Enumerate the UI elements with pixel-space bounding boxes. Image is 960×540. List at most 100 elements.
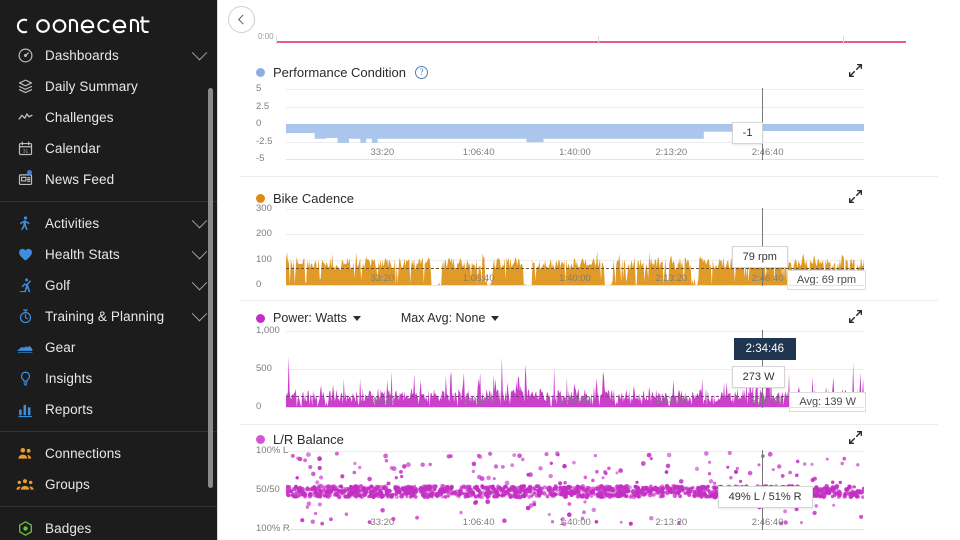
chevron-down-icon[interactable]: [191, 243, 208, 260]
sidebar-item-badges[interactable]: Badges: [0, 513, 217, 540]
three-people-icon: [14, 474, 36, 496]
x-axis-tick-label: 33:20: [370, 147, 395, 158]
section-divider: [240, 300, 938, 301]
plot-area-power-watts[interactable]: 1,000 500 0 Avg: 139 W 33:20 1:06:40 1:40:00 2:…: [256, 325, 866, 412]
chevron-down-icon[interactable]: [191, 274, 208, 291]
plot-area-performance-condition[interactable]: 5 2.5 0 -2.5 -5 33:20 1:06:40 1:40:00 2:13:20 2:4…: [256, 83, 864, 164]
x-axis-tick-label: 1:06:40: [462, 517, 495, 528]
value-tooltip: 49% L / 51% R: [717, 486, 813, 508]
sidebar-item-health-stats[interactable]: Health Stats: [0, 239, 217, 270]
runner-icon: [14, 213, 36, 235]
sidebar-scrollbar-thumb[interactable]: [208, 88, 213, 488]
shoe-icon: [14, 337, 36, 359]
clipped-tick: [598, 36, 599, 44]
sidebar-nav: Dashboards Daily Summary Challenges 31 Calen…: [0, 40, 217, 540]
sidebar-item-label: Daily Summary: [45, 79, 138, 94]
sidebar-item-label: Badges: [45, 521, 92, 536]
chart-section-power-watts: Power: Watts Max Avg: None 1,000 500 0 Avg: 1…: [218, 308, 960, 425]
x-axis-tick-label: 2:46:40: [751, 147, 784, 158]
value-tooltip: 79 rpm: [731, 246, 788, 268]
back-button[interactable]: [228, 6, 255, 33]
y-axis-tick-label: 2.5: [256, 101, 270, 112]
sidebar-item-calendar[interactable]: 31 Calendar: [0, 133, 217, 164]
x-axis-tick-label: 2:13:20: [655, 147, 688, 158]
x-axis-tick-label: 1:40:00: [559, 395, 591, 406]
sidebar-item-label: Groups: [45, 477, 90, 492]
x-axis-tick-label: 1:40:00: [559, 517, 591, 528]
chevron-down-icon: [352, 315, 361, 321]
chart-header-lr-balance: L/R Balance: [218, 429, 960, 449]
x-axis-tick-label: 2:46:40: [751, 395, 784, 406]
y-axis-tick-label: 0: [256, 118, 262, 129]
legend-dot-performance-condition: [256, 67, 265, 77]
plot-area-bike-cadence[interactable]: 300 200 100 0 Avg: 69 rpm 33:20 1:06:40 1:40:00…: [256, 203, 866, 290]
sidebar: Dashboards Daily Summary Challenges 31 Calen…: [0, 0, 217, 540]
x-axis-tick-label: 2:46:40: [751, 517, 784, 528]
expand-chart-button-performance-condition[interactable]: [848, 63, 864, 79]
svg-text:31: 31: [22, 148, 28, 154]
sidebar-item-label: Reports: [45, 402, 93, 417]
sidebar-item-golf[interactable]: Golf: [0, 270, 217, 301]
legend-dot-bike-cadence: [256, 193, 265, 203]
calendar-icon: 31: [14, 138, 36, 160]
sidebar-item-label: Challenges: [45, 110, 114, 125]
expand-chart-button-bike-cadence[interactable]: [848, 189, 864, 205]
average-badge: Avg: 139 W: [789, 392, 866, 412]
max-avg-dropdown[interactable]: Max Avg: None: [401, 311, 500, 325]
help-icon[interactable]: ?: [414, 65, 428, 79]
sidebar-item-label: Activities: [45, 216, 100, 231]
x-axis-tick-label: 1:06:40: [462, 147, 495, 158]
two-people-icon: [14, 443, 36, 465]
y-axis-tick-label: 100% L: [256, 445, 289, 456]
chart-header-performance-condition: Performance Condition?: [218, 62, 960, 82]
sidebar-item-insights[interactable]: Insights: [0, 363, 217, 394]
metric-dropdown-power-watts[interactable]: Power: Watts: [273, 311, 361, 325]
chevron-down-icon[interactable]: [191, 44, 208, 61]
y-axis-tick-label: 500: [256, 363, 272, 374]
sidebar-item-dashboards[interactable]: Dashboards: [0, 40, 217, 71]
wave-icon: [14, 107, 36, 129]
news-icon: [14, 169, 36, 191]
section-divider: [240, 176, 938, 177]
golfer-icon: [14, 275, 36, 297]
sidebar-scrollbar-track[interactable]: [208, 44, 215, 488]
sidebar-item-challenges[interactable]: Challenges: [0, 102, 217, 133]
chevron-down-icon[interactable]: [191, 305, 208, 322]
sidebar-item-training-planning[interactable]: Training & Planning: [0, 301, 217, 332]
chart-title: Bike Cadence: [273, 190, 354, 206]
gauge-icon: [14, 45, 36, 67]
sidebar-item-news-feed[interactable]: News Feed: [0, 164, 217, 195]
chart-header-power-watts: Power: Watts Max Avg: None: [218, 308, 960, 328]
clipped-series-line: [276, 41, 906, 43]
y-axis-tick-label: 5: [256, 83, 262, 94]
time-badge-tooltip: 2:34:46: [733, 338, 797, 360]
sidebar-divider: [0, 201, 217, 202]
average-line: [286, 268, 864, 269]
legend-dot-lr-balance: [256, 434, 265, 444]
plot-area-lr-balance[interactable]: 100% L 50/50 100% R 33:20 1:06:40 1:40:00 2:13…: [256, 445, 864, 534]
sidebar-item-activities[interactable]: Activities: [0, 208, 217, 239]
sidebar-item-label: Health Stats: [45, 247, 120, 262]
clipped-chart-above: 0:00: [240, 30, 940, 48]
clipped-axis-label: 0:00: [258, 32, 274, 41]
expand-chart-button-power-watts[interactable]: [848, 309, 864, 325]
y-axis-tick-label: 0: [256, 401, 262, 412]
brand-logo[interactable]: [0, 0, 217, 40]
sidebar-item-gear[interactable]: Gear: [0, 332, 217, 363]
x-axis-tick-label: 2:46:40: [751, 273, 784, 284]
sidebar-item-label: Insights: [45, 371, 93, 386]
y-axis-tick-label: -2.5: [256, 136, 273, 147]
sidebar-item-groups[interactable]: Groups: [0, 469, 217, 500]
sidebar-item-connections[interactable]: Connections: [0, 438, 217, 469]
y-axis-tick-label: 1,000: [256, 325, 280, 336]
y-axis-tick-label: 50/50: [256, 484, 280, 495]
layers-icon: [14, 76, 36, 98]
x-axis-tick-label: 1:06:40: [462, 395, 495, 406]
sidebar-item-daily-summary[interactable]: Daily Summary: [0, 71, 217, 102]
y-axis-tick-label: 100: [256, 254, 272, 265]
stopwatch-icon: [14, 306, 36, 328]
chevron-down-icon[interactable]: [191, 212, 208, 229]
expand-chart-button-lr-balance[interactable]: [848, 430, 864, 446]
sidebar-item-reports[interactable]: Reports: [0, 394, 217, 425]
chart-title: Performance Condition: [273, 64, 406, 80]
